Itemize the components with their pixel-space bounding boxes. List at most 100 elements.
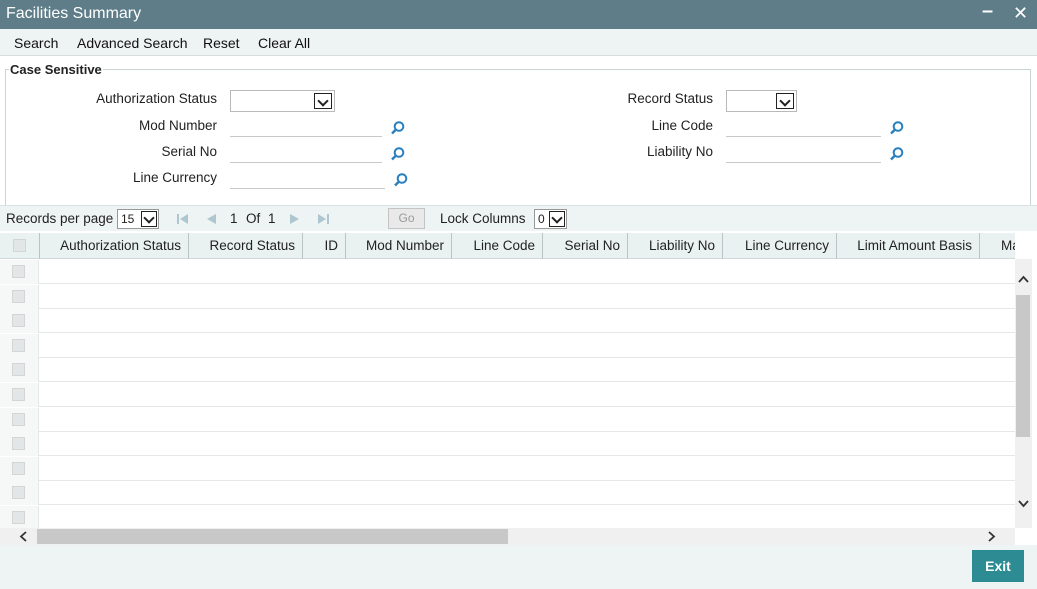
liability-no-input[interactable] xyxy=(726,141,881,163)
search-lens-icon[interactable] xyxy=(390,120,406,136)
row-checkbox[interactable] xyxy=(12,461,25,475)
table-row[interactable] xyxy=(0,383,1015,407)
row-checkbox[interactable] xyxy=(12,437,25,451)
go-button[interactable]: Go xyxy=(388,208,425,229)
results-grid: Authorization Status Record Status ID Mo… xyxy=(0,233,1015,528)
table-row[interactable] xyxy=(0,432,1015,457)
row-checkbox[interactable] xyxy=(12,265,25,278)
vertical-scrollbar[interactable] xyxy=(1015,259,1032,528)
row-select-cell xyxy=(0,481,39,506)
row-select-cell xyxy=(0,309,39,334)
dropdown-arrow-icon xyxy=(141,211,157,227)
row-select-cell xyxy=(0,333,39,358)
reset-button[interactable]: Reset xyxy=(203,35,240,51)
line-code-label: Line Code xyxy=(651,118,713,133)
row-select-cell xyxy=(0,284,39,309)
serial-no-label: Serial No xyxy=(161,144,217,159)
horizontal-scroll-thumb[interactable] xyxy=(37,529,508,544)
table-row[interactable] xyxy=(0,358,1015,383)
toolbar: Search Advanced Search Reset Clear All xyxy=(0,29,1037,56)
column-header[interactable]: Liability No xyxy=(628,233,723,259)
column-header[interactable]: Mod Number xyxy=(346,233,452,259)
row-checkbox[interactable] xyxy=(12,363,25,377)
row-select-cell xyxy=(0,506,39,528)
row-select-cell xyxy=(0,432,39,457)
grid-header: Authorization Status Record Status ID Mo… xyxy=(0,233,1015,259)
footer-bar: Exit xyxy=(0,545,1037,589)
serial-no-input[interactable] xyxy=(230,141,382,163)
mod-number-label: Mod Number xyxy=(138,118,217,133)
search-button[interactable]: Search xyxy=(14,35,58,51)
next-page-icon[interactable] xyxy=(288,212,302,226)
row-checkbox[interactable] xyxy=(12,412,25,426)
records-per-page-value: 15 xyxy=(121,212,135,226)
scroll-down-icon[interactable] xyxy=(1017,497,1030,510)
record-status-select[interactable] xyxy=(726,90,797,112)
column-header[interactable]: Record Status xyxy=(189,233,303,259)
dropdown-arrow-icon xyxy=(776,93,794,109)
first-page-icon[interactable] xyxy=(176,212,190,226)
row-checkbox[interactable] xyxy=(12,338,25,352)
window-title: Facilities Summary xyxy=(6,5,142,22)
row-select-cell xyxy=(0,407,39,432)
pagination-bar: Records per page 15 1 Of 1 Go Lock Colum… xyxy=(0,205,1037,231)
records-per-page-label: Records per page xyxy=(6,211,114,226)
prev-page-icon[interactable] xyxy=(204,212,218,226)
search-lens-icon[interactable] xyxy=(889,120,905,136)
row-checkbox[interactable] xyxy=(12,388,25,401)
line-currency-input[interactable] xyxy=(230,167,385,189)
table-row[interactable] xyxy=(0,333,1015,358)
column-header[interactable]: Limit Amount Basis xyxy=(837,233,980,259)
vertical-scroll-thumb[interactable] xyxy=(1016,295,1030,437)
liability-no-label: Liability No xyxy=(646,144,713,159)
table-row[interactable] xyxy=(0,260,1015,284)
row-checkbox[interactable] xyxy=(12,289,25,303)
row-select-cell xyxy=(0,260,39,284)
dropdown-arrow-icon xyxy=(549,211,565,227)
records-per-page-select[interactable]: 15 xyxy=(117,209,159,229)
row-select-cell xyxy=(0,358,39,383)
total-pages: 1 xyxy=(268,211,276,226)
last-page-icon[interactable] xyxy=(316,212,330,226)
authorization-status-label: Authorization Status xyxy=(96,91,217,106)
clear-all-button[interactable]: Clear All xyxy=(258,35,310,51)
search-criteria-panel xyxy=(5,69,1031,206)
search-lens-icon[interactable] xyxy=(390,146,406,162)
column-header[interactable]: Serial No xyxy=(543,233,628,259)
table-row[interactable] xyxy=(0,456,1015,481)
mod-number-input[interactable] xyxy=(230,115,382,137)
row-select-cell xyxy=(0,383,39,407)
table-row[interactable] xyxy=(0,309,1015,334)
scroll-left-icon[interactable] xyxy=(17,530,30,543)
select-all-checkbox[interactable] xyxy=(13,239,26,252)
table-row[interactable] xyxy=(0,284,1015,309)
search-lens-icon[interactable] xyxy=(889,146,905,162)
column-header[interactable]: Ma xyxy=(980,233,1015,259)
table-row[interactable] xyxy=(0,407,1015,432)
column-header[interactable]: Line Currency xyxy=(723,233,837,259)
scroll-up-icon[interactable] xyxy=(1017,273,1030,286)
dropdown-arrow-icon xyxy=(314,93,332,109)
advanced-search-button[interactable]: Advanced Search xyxy=(77,35,188,51)
title-bar: Facilities Summary – ✕ xyxy=(0,0,1037,29)
row-checkbox[interactable] xyxy=(12,486,25,500)
column-header[interactable]: ID xyxy=(303,233,346,259)
row-checkbox[interactable] xyxy=(12,511,25,524)
lock-columns-select[interactable]: 0 xyxy=(534,209,567,229)
scroll-right-icon[interactable] xyxy=(985,530,998,543)
table-row[interactable] xyxy=(0,481,1015,506)
search-lens-icon[interactable] xyxy=(393,172,409,188)
lock-columns-value: 0 xyxy=(538,212,545,226)
minimize-icon[interactable]: – xyxy=(982,0,993,23)
of-label: Of xyxy=(246,211,261,226)
line-code-input[interactable] xyxy=(726,115,881,137)
authorization-status-select[interactable] xyxy=(230,90,335,112)
close-icon[interactable]: ✕ xyxy=(1013,3,1028,24)
table-row[interactable] xyxy=(0,506,1015,528)
row-checkbox[interactable] xyxy=(12,314,25,328)
line-currency-label: Line Currency xyxy=(132,170,217,185)
horizontal-scrollbar[interactable] xyxy=(0,528,1015,545)
column-header[interactable]: Line Code xyxy=(452,233,543,259)
exit-button[interactable]: Exit xyxy=(972,550,1024,582)
column-header[interactable]: Authorization Status xyxy=(40,233,189,259)
